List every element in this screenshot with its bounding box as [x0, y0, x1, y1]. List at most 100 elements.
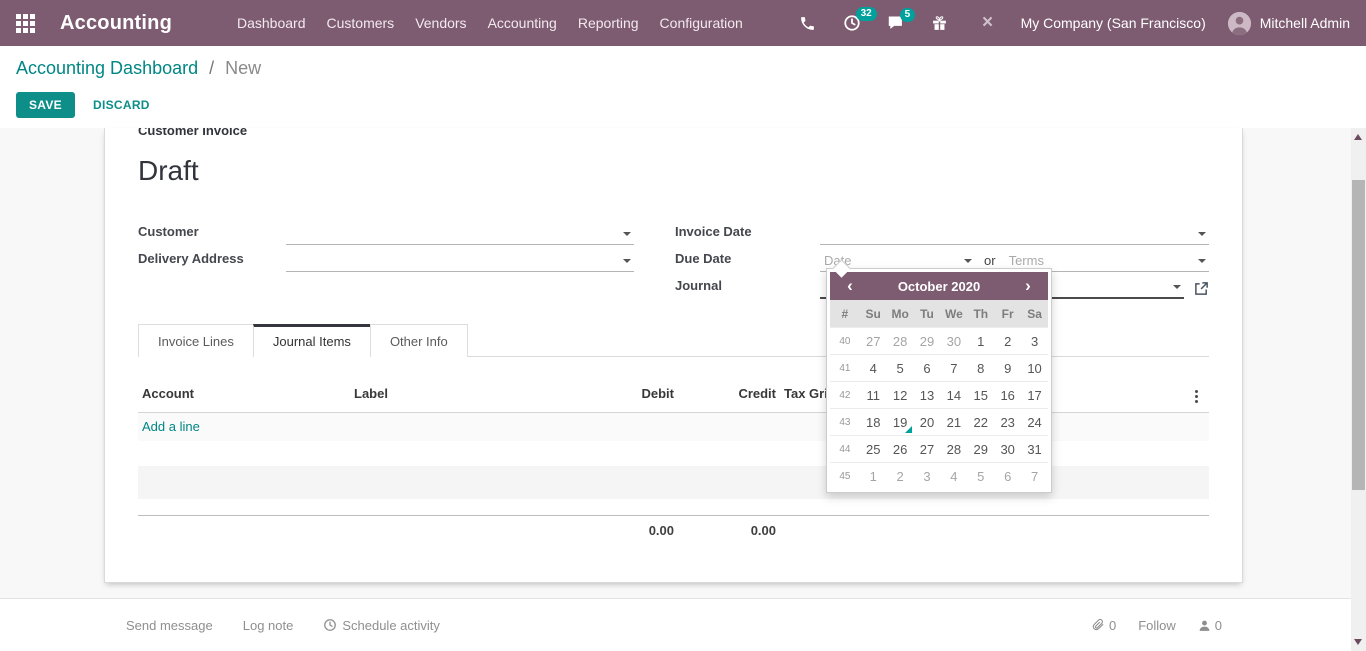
column-header-menu [1183, 374, 1209, 413]
calendar-day[interactable]: 10 [1021, 355, 1048, 382]
calendar-day[interactable]: 25 [860, 436, 887, 463]
nav-item-customers[interactable]: Customers [317, 0, 405, 46]
next-month-icon[interactable]: › [1008, 272, 1048, 300]
discard-button[interactable]: DISCARD [93, 98, 150, 112]
top-navbar: Accounting DashboardCustomersVendorsAcco… [0, 0, 1366, 46]
calendar-day[interactable]: 27 [860, 328, 887, 355]
clock-icon [323, 618, 337, 632]
calendar-day[interactable]: 2 [887, 463, 914, 490]
chevron-down-icon [1173, 285, 1181, 289]
calendar-day[interactable]: 4 [860, 355, 887, 382]
delivery-address-field[interactable] [286, 251, 634, 272]
attachments-button[interactable]: 0 [1092, 618, 1116, 633]
calendar-day[interactable]: 29 [914, 328, 941, 355]
calendar-day[interactable]: 5 [967, 463, 994, 490]
nav-item-reporting[interactable]: Reporting [568, 0, 649, 46]
calendar-day[interactable]: 17 [1021, 382, 1048, 409]
gift-icon[interactable] [931, 15, 957, 32]
calendar-day[interactable]: 30 [940, 328, 967, 355]
calendar-day[interactable]: 7 [1021, 463, 1048, 490]
company-switcher[interactable]: My Company (San Francisco) [1021, 15, 1206, 31]
optional-columns-icon[interactable] [1191, 388, 1202, 405]
content-area: Customer Invoice Draft Customer Delivery… [0, 128, 1366, 651]
calendar-day[interactable]: 9 [994, 355, 1021, 382]
calendar-day[interactable]: 29 [967, 436, 994, 463]
external-link-icon[interactable] [1194, 281, 1209, 296]
calendar-day[interactable]: 20 [914, 409, 941, 436]
calendar-day[interactable]: 15 [967, 382, 994, 409]
calendar-day[interactable]: 30 [994, 436, 1021, 463]
totals-row: 0.00 0.00 [138, 515, 1209, 538]
user-menu[interactable]: Mitchell Admin [1260, 15, 1350, 31]
save-button[interactable]: SAVE [16, 92, 75, 118]
prev-month-icon[interactable]: ‹ [830, 272, 870, 300]
calendar-day[interactable]: 23 [994, 409, 1021, 436]
calendar-day[interactable]: 13 [914, 382, 941, 409]
calendar-day[interactable]: 14 [940, 382, 967, 409]
tab-other-info[interactable]: Other Info [370, 324, 468, 357]
document-type-label: Customer Invoice [138, 128, 1209, 138]
avatar[interactable] [1228, 12, 1251, 35]
followers-button[interactable]: 0 [1198, 618, 1222, 633]
scroll-down-icon[interactable] [1354, 639, 1362, 645]
app-title[interactable]: Accounting [60, 12, 172, 35]
schedule-activity-button[interactable]: Schedule activity [323, 618, 440, 633]
tools-icon[interactable]: × [975, 13, 1001, 33]
calendar-day[interactable]: 21 [940, 409, 967, 436]
apps-menu-icon[interactable] [16, 14, 35, 33]
customer-field[interactable] [286, 224, 634, 245]
calendar-day[interactable]: 26 [887, 436, 914, 463]
calendar-day-today[interactable]: 19 [887, 409, 914, 436]
weekday-label: Tu [914, 307, 941, 321]
calendar-day[interactable]: 12 [887, 382, 914, 409]
calendar-day[interactable]: 22 [967, 409, 994, 436]
calendar-day[interactable]: 5 [887, 355, 914, 382]
calendar-week-row: 4318192021222324 [830, 408, 1048, 435]
activities-icon[interactable]: 32 [843, 14, 869, 32]
calendar-day[interactable]: 6 [914, 355, 941, 382]
calendar-day[interactable]: 1 [967, 328, 994, 355]
phone-icon[interactable] [799, 15, 825, 32]
datepicker-month-title[interactable]: October 2020 [870, 279, 1008, 294]
calendar-day[interactable]: 28 [887, 328, 914, 355]
calendar-day[interactable]: 4 [940, 463, 967, 490]
due-date-label: Due Date [675, 251, 820, 272]
calendar-day[interactable]: 3 [914, 463, 941, 490]
send-message-button[interactable]: Send message [126, 618, 213, 633]
weekday-label: Fr [994, 307, 1021, 321]
calendar-day[interactable]: 7 [940, 355, 967, 382]
calendar-day[interactable]: 6 [994, 463, 1021, 490]
tab-invoice-lines[interactable]: Invoice Lines [138, 324, 254, 357]
calendar-day[interactable]: 11 [860, 382, 887, 409]
calendar-day[interactable]: 3 [1021, 328, 1048, 355]
calendar-day[interactable]: 16 [994, 382, 1021, 409]
chatter: Send message Log note Schedule activity … [0, 598, 1366, 651]
nav-item-accounting[interactable]: Accounting [478, 0, 567, 46]
nav-item-configuration[interactable]: Configuration [650, 0, 753, 46]
scroll-up-icon[interactable] [1354, 134, 1362, 140]
add-a-line-link[interactable]: Add a line [142, 419, 200, 434]
calendar-day[interactable]: 18 [860, 409, 887, 436]
calendar-day[interactable]: 1 [860, 463, 887, 490]
calendar-day[interactable]: 31 [1021, 436, 1048, 463]
calendar-day[interactable]: 27 [914, 436, 941, 463]
calendar-day[interactable]: 8 [967, 355, 994, 382]
calendar-week-row: 4425262728293031 [830, 435, 1048, 462]
weekday-label: We [940, 307, 967, 321]
delivery-address-label: Delivery Address [138, 251, 286, 272]
tab-journal-items[interactable]: Journal Items [253, 324, 371, 357]
scrollbar-thumb[interactable] [1352, 180, 1365, 490]
weekday-label: Su [860, 307, 887, 321]
follow-button[interactable]: Follow [1138, 618, 1176, 633]
invoice-form-sheet: Customer Invoice Draft Customer Delivery… [104, 128, 1243, 583]
messages-icon[interactable]: 5 [887, 15, 913, 32]
calendar-week-row: 451234567 [830, 462, 1048, 489]
calendar-day[interactable]: 28 [940, 436, 967, 463]
nav-item-vendors[interactable]: Vendors [405, 0, 476, 46]
invoice-date-field[interactable] [820, 224, 1209, 245]
log-note-button[interactable]: Log note [243, 618, 294, 633]
calendar-day[interactable]: 2 [994, 328, 1021, 355]
breadcrumb-parent-link[interactable]: Accounting Dashboard [16, 58, 198, 78]
nav-item-dashboard[interactable]: Dashboard [227, 0, 316, 46]
calendar-day[interactable]: 24 [1021, 409, 1048, 436]
